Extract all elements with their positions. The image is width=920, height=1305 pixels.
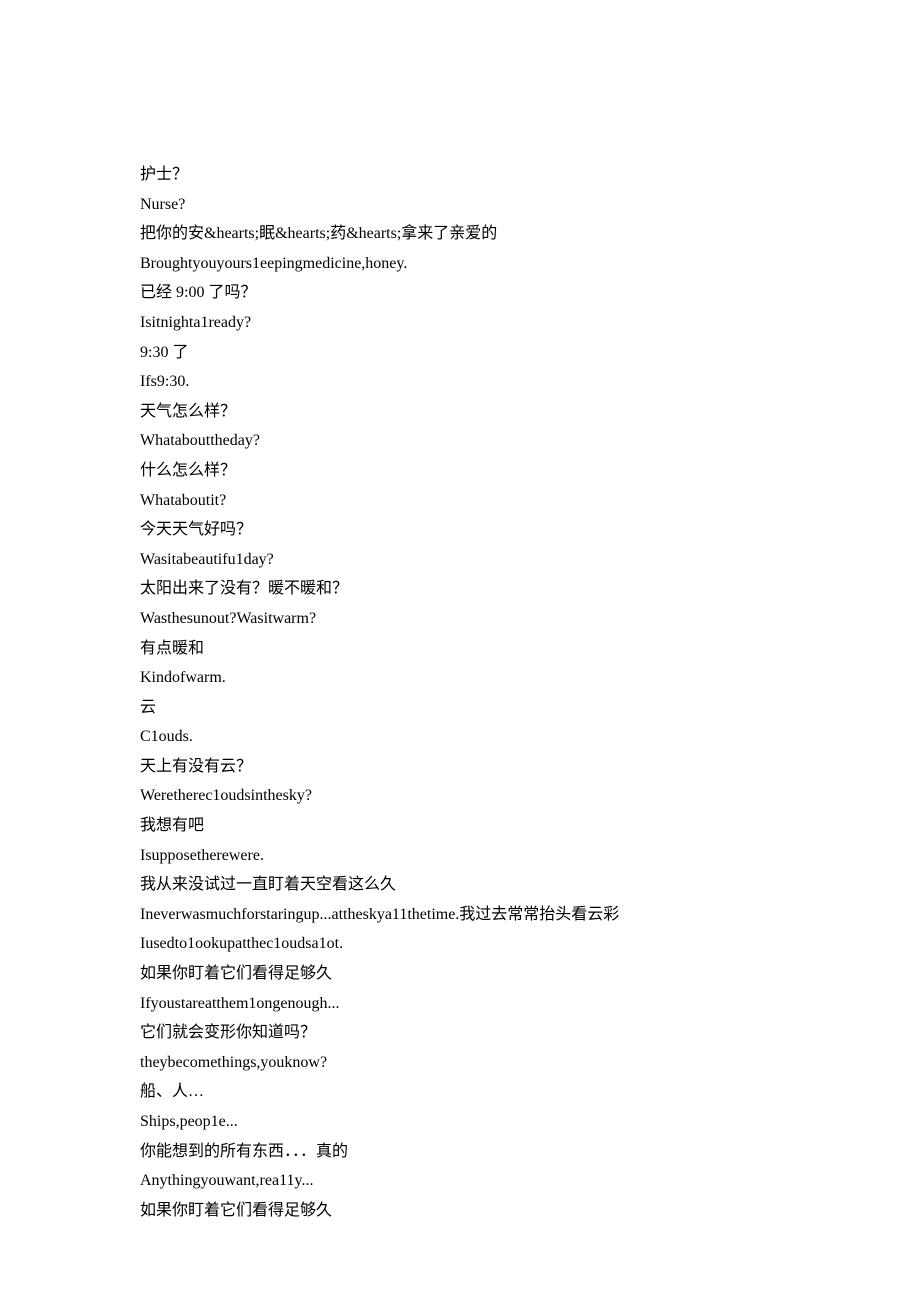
text-line: Anythingyouwant,rea11y... <box>140 1166 780 1196</box>
text-line: Isupposetherewere. <box>140 841 780 871</box>
text-line: Ifs9:30. <box>140 367 780 397</box>
text-line: 云 <box>140 693 780 723</box>
text-line: 护士？ <box>140 160 780 190</box>
text-line: 今天天气好吗？ <box>140 515 780 545</box>
text-line: 它们就会变形你知道吗？ <box>140 1018 780 1048</box>
text-line: Isitnighta1ready? <box>140 308 780 338</box>
text-line: Kindofwarm. <box>140 663 780 693</box>
text-line: Broughtyouyours1eepingmedicine,honey. <box>140 249 780 279</box>
text-line: 天上有没有云？ <box>140 752 780 782</box>
text-line: Ineverwasmuchforstaringup...attheskya11t… <box>140 900 780 930</box>
text-line: 船、人… <box>140 1077 780 1107</box>
text-line: 9:30 了 <box>140 338 780 368</box>
text-line: Ships,peop1e... <box>140 1107 780 1137</box>
text-line: 已经 9:00 了吗？ <box>140 278 780 308</box>
text-line: 什么怎么样？ <box>140 456 780 486</box>
text-line: 天气怎么样？ <box>140 397 780 427</box>
text-line: 如果你盯着它们看得足够久 <box>140 959 780 989</box>
text-line: Ifyoustareatthem1ongenough... <box>140 989 780 1019</box>
text-line: theybecomethings,youknow? <box>140 1048 780 1078</box>
document-page: 护士？ Nurse? 把你的安&hearts;眠&hearts;药&hearts… <box>0 0 920 1305</box>
text-line: Iusedto1ookupatthec1oudsa1ot. <box>140 929 780 959</box>
text-line: 太阳出来了没有？暖不暖和？ <box>140 574 780 604</box>
text-line: 有点暖和 <box>140 634 780 664</box>
text-line: 把你的安&hearts;眠&hearts;药&hearts;拿来了亲爱的 <box>140 219 780 249</box>
text-line: 你能想到的所有东西．．．真的 <box>140 1137 780 1167</box>
text-line: 如果你盯着它们看得足够久 <box>140 1196 780 1226</box>
text-line: Weretherec1oudsinthesky? <box>140 781 780 811</box>
text-line: Whataboutit? <box>140 486 780 516</box>
text-line: Nurse? <box>140 190 780 220</box>
text-line: Wasitabeautifu1day? <box>140 545 780 575</box>
text-line: 我想有吧 <box>140 811 780 841</box>
text-line: Wasthesunout?Wasitwarm? <box>140 604 780 634</box>
text-line: 我从来没试过一直盯着天空看这么久 <box>140 870 780 900</box>
text-line: Whatabouttheday? <box>140 426 780 456</box>
text-line: C1ouds. <box>140 722 780 752</box>
